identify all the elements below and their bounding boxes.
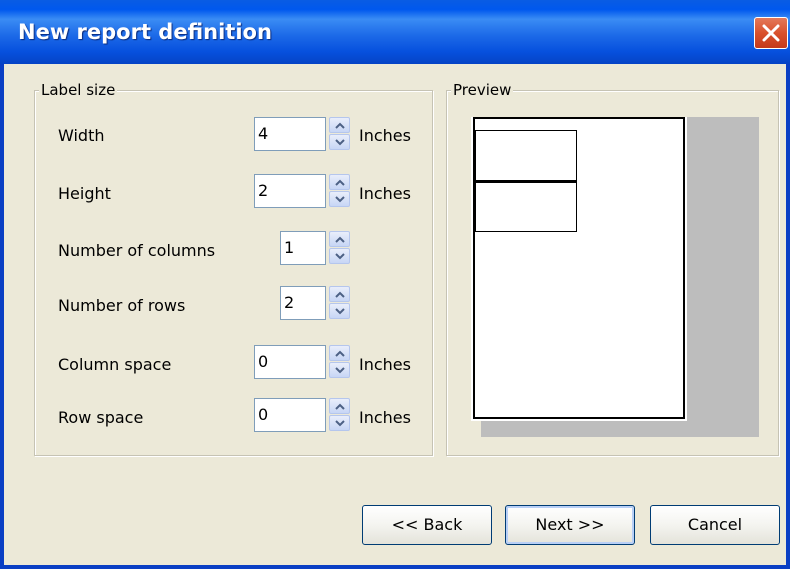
chevron-up-icon [335, 403, 345, 410]
number-of-columns-spin-down-button[interactable] [329, 248, 350, 264]
width-label: Width [58, 126, 105, 145]
preview-label-1 [475, 130, 577, 181]
chevron-down-icon [335, 196, 345, 203]
chevron-down-icon [335, 253, 345, 260]
width-unit: Inches [359, 126, 411, 145]
height-spinner[interactable] [327, 174, 351, 208]
chevron-down-icon [335, 139, 345, 146]
chevron-up-icon [335, 236, 345, 243]
row-space-spinner[interactable] [327, 398, 351, 432]
number-of-columns-spinner[interactable] [327, 231, 351, 265]
chevron-down-icon [335, 367, 345, 374]
next-button[interactable]: Next >> [505, 505, 635, 545]
row-space-input[interactable]: 0 [254, 398, 326, 432]
row-space-label: Row space [58, 408, 144, 427]
chevron-down-icon [335, 308, 345, 315]
height-spin-down-button[interactable] [329, 191, 350, 207]
height-spin-up-button[interactable] [329, 174, 350, 190]
width-spinner[interactable] [327, 117, 351, 151]
number-of-rows-spinner[interactable] [327, 286, 351, 320]
number-of-rows-spin-up-button[interactable] [329, 286, 350, 302]
height-unit: Inches [359, 184, 411, 203]
height-label: Height [58, 184, 111, 203]
chevron-up-icon [335, 179, 345, 186]
column-space-spinner[interactable] [327, 345, 351, 379]
column-space-label: Column space [58, 355, 172, 374]
column-space-input[interactable]: 0 [254, 345, 326, 379]
number-of-rows-spin-down-button[interactable] [329, 303, 350, 319]
chevron-up-icon [335, 122, 345, 129]
cancel-button[interactable]: Cancel [650, 505, 780, 545]
number-of-columns-input[interactable]: 1 [280, 231, 326, 265]
back-button[interactable]: << Back [362, 505, 492, 545]
preview-group-title: Preview [451, 81, 514, 99]
row-space-unit: Inches [359, 408, 411, 427]
title-bar: New report definition [0, 0, 790, 64]
column-space-spin-up-button[interactable] [329, 345, 350, 361]
chevron-up-icon [335, 291, 345, 298]
window-title: New report definition [18, 20, 272, 44]
width-spin-down-button[interactable] [329, 134, 350, 150]
column-space-unit: Inches [359, 355, 411, 374]
height-input[interactable]: 2 [254, 174, 326, 208]
chevron-down-icon [335, 420, 345, 427]
width-spin-up-button[interactable] [329, 117, 350, 133]
number-of-rows-input[interactable]: 2 [280, 286, 326, 320]
label-size-group-title: Label size [39, 81, 118, 99]
number-of-rows-label: Number of rows [58, 296, 186, 315]
chevron-up-icon [335, 350, 345, 357]
number-of-columns-spin-up-button[interactable] [329, 231, 350, 247]
column-space-spin-down-button[interactable] [329, 362, 350, 378]
row-space-spin-down-button[interactable] [329, 415, 350, 431]
width-input[interactable]: 4 [254, 117, 326, 151]
preview-label-2 [475, 181, 577, 232]
close-button[interactable] [754, 17, 788, 49]
number-of-columns-label: Number of columns [58, 241, 216, 260]
close-icon [762, 24, 780, 42]
row-space-spin-up-button[interactable] [329, 398, 350, 414]
dialog-window: New report definition Label size Width 4… [0, 0, 790, 569]
